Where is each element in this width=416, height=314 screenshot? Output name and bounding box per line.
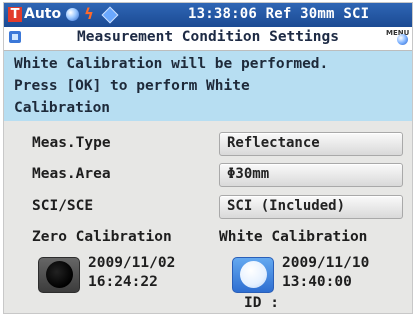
message-line: Calibration — [14, 100, 111, 116]
lightning-bolt-icon: ϟ — [84, 5, 94, 23]
menu-button[interactable]: MENU — [386, 29, 409, 47]
zero-calibration-title: Zero Calibration — [32, 229, 172, 245]
message-line: Press [OK] to perform White — [14, 78, 250, 94]
meas-area-value: Φ30mm — [227, 166, 270, 182]
meas-type-value: Reflectance — [227, 135, 320, 151]
page-title: Measurement Condition Settings — [77, 29, 339, 45]
message-panel: White Calibration will be performed. Pre… — [4, 51, 412, 121]
menu-icon — [397, 34, 408, 45]
meas-type-field[interactable]: Reflectance — [219, 132, 403, 156]
sci-sce-value: SCI (Included) — [227, 198, 346, 214]
mode-label: Auto — [24, 6, 62, 22]
white-calibration-date: 2009/11/10 — [282, 255, 370, 271]
sci-sce-label: SCI/SCE — [32, 198, 94, 214]
meas-area-label: Meas.Area — [32, 166, 111, 182]
meas-type-label: Meas.Type — [32, 135, 111, 151]
status-bar: T Auto ϟ 13:38:06 Ref 30mm SCI — [4, 3, 412, 27]
meas-area-field[interactable]: Φ30mm — [219, 163, 403, 187]
mode-badge: T — [8, 7, 22, 22]
white-calibration-id: ID : — [244, 295, 279, 311]
status-info: 13:38:06 Ref 30mm SCI — [188, 6, 370, 22]
sci-sce-field[interactable]: SCI (Included) — [219, 195, 403, 219]
white-calibration-button[interactable] — [232, 257, 274, 293]
white-calibration-time: 13:40:00 — [282, 274, 352, 290]
title-bar: Measurement Condition Settings MENU — [4, 27, 412, 51]
zero-calibration-time: 16:24:22 — [88, 274, 158, 290]
white-calibration-title: White Calibration — [219, 229, 368, 245]
zero-calibration-button[interactable] — [38, 257, 80, 293]
message-line: White Calibration will be performed. — [14, 56, 329, 72]
device-screen: T Auto ϟ 13:38:06 Ref 30mm SCI Measureme… — [3, 2, 413, 314]
tag-icon — [101, 6, 119, 24]
zero-calibration-date: 2009/11/02 — [88, 255, 176, 271]
target-sphere-icon — [66, 8, 79, 21]
